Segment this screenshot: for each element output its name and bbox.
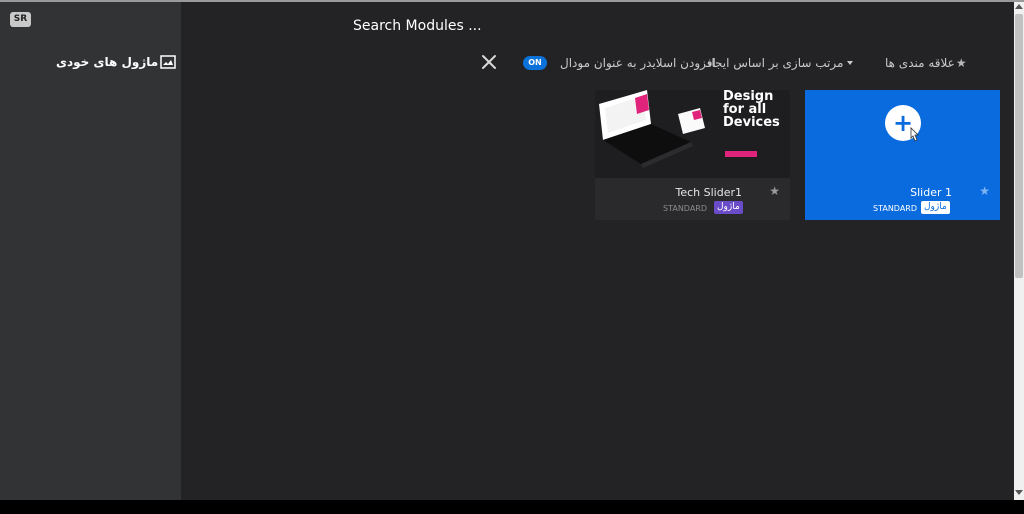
modal-toggle-label: افزودن اسلایدر به عنوان مودال (560, 56, 716, 70)
main-panel (181, 2, 1014, 500)
scroll-up-icon[interactable] (1015, 4, 1023, 9)
card-title: Tech Slider1 (675, 186, 743, 199)
chevron-down-icon (847, 61, 854, 65)
card-type: STANDARD (873, 204, 918, 213)
my-modules-link[interactable]: ماژول های خودی (56, 55, 176, 69)
card-title: Slider 1 (910, 186, 952, 199)
sort-label: مرتب سازی بر اساس ایجاد (706, 56, 844, 70)
scroll-down-icon[interactable] (1015, 490, 1023, 495)
card-footer (595, 178, 790, 220)
sr-badge[interactable]: SR (10, 12, 31, 27)
favorites-filter[interactable]: علاقه مندی ها ★ (885, 56, 967, 70)
cursor-icon (910, 127, 919, 142)
star-icon[interactable]: ★ (979, 184, 990, 198)
star-icon[interactable]: ★ (769, 184, 780, 198)
card-thumbnail: Design for all Devices (595, 90, 790, 178)
my-modules-label: ماژول های خودی (56, 55, 159, 69)
bottom-bar (0, 500, 1024, 514)
favorites-label: علاقه مندی ها (885, 56, 955, 70)
thumbnail-headline: Design for all Devices (723, 90, 780, 129)
module-badge: ماژول (921, 201, 950, 214)
modal-toggle[interactable]: ON (523, 56, 547, 70)
card-type: STANDARD (663, 204, 708, 213)
thumbnail-line-3: Devices (723, 115, 780, 130)
close-icon[interactable] (481, 54, 497, 70)
star-icon: ★ (955, 56, 967, 70)
module-card-tech-slider[interactable]: Design for all Devices Tech Slider1 ★ ST… (595, 90, 790, 220)
search-input[interactable]: Search Modules ... (353, 18, 482, 34)
module-card-slider-1[interactable]: + Slider 1 ★ STANDARD ماژول (805, 90, 1000, 220)
scrollbar-thumb[interactable] (1015, 14, 1023, 278)
image-icon (160, 55, 176, 69)
module-badge: ماژول (714, 201, 743, 214)
sidebar (0, 2, 181, 500)
thumbnail-cta (725, 151, 757, 157)
sort-dropdown[interactable]: مرتب سازی بر اساس ایجاد (706, 56, 854, 70)
